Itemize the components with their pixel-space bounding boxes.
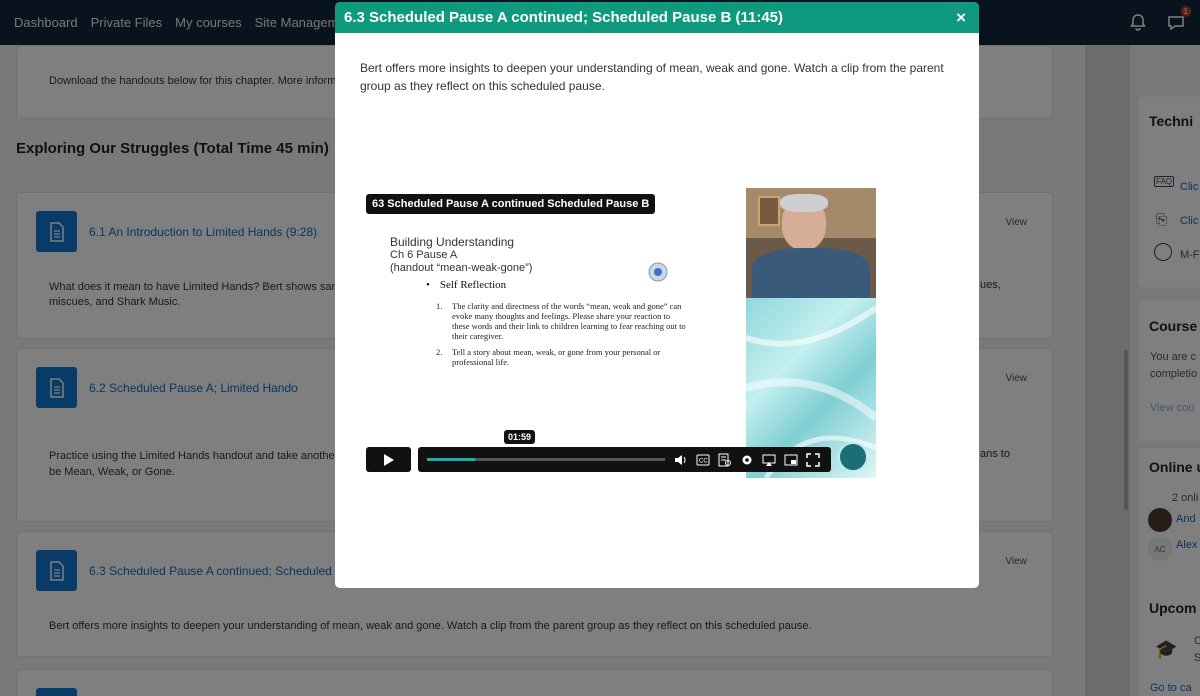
play-icon <box>383 453 394 466</box>
presenter-video <box>746 188 876 298</box>
video-title: 63 Scheduled Pause A continued Scheduled… <box>366 194 656 214</box>
control-icons: CC <box>673 452 820 467</box>
slide-bullet: • Self Reflection <box>426 279 507 291</box>
progress-fill <box>427 458 475 461</box>
modal-title: 6.3 Scheduled Pause A continued; Schedul… <box>344 9 784 26</box>
slide-list-item: 2. Tell a story about mean, weak, or gon… <box>436 347 686 367</box>
play-button[interactable] <box>366 447 411 472</box>
slide-list-item: 1. The clarity and directness of the wor… <box>436 301 686 341</box>
pip-icon[interactable] <box>783 452 798 467</box>
slide-list: 1. The clarity and directness of the wor… <box>436 301 686 373</box>
slide-heading-line2: Ch 6 Pause A <box>390 249 458 261</box>
slide-item-number: 1. <box>436 301 443 311</box>
slide-item-text: The clarity and directness of the words … <box>452 301 686 341</box>
slide-item-number: 2. <box>436 347 443 357</box>
transcript-icon[interactable] <box>717 452 732 467</box>
cc-icon[interactable]: CC <box>695 452 710 467</box>
airplay-icon[interactable] <box>761 452 776 467</box>
close-icon[interactable]: × <box>956 8 966 28</box>
slide-heading: Building Understanding Ch 6 Pause A (han… <box>390 236 532 275</box>
progress-track[interactable] <box>427 458 665 461</box>
slide-bullet-text: Self Reflection <box>439 279 507 291</box>
settings-icon[interactable] <box>739 452 754 467</box>
time-tooltip: 01:59 <box>504 430 536 444</box>
volume-icon[interactable] <box>673 452 688 467</box>
video-controls: 01:59 CC <box>366 430 831 472</box>
slide-heading-line3: (handout “mean-weak-gone”) <box>390 262 533 274</box>
fullscreen-icon[interactable] <box>805 452 820 467</box>
control-bar: 01:59 CC <box>418 430 831 472</box>
activity-modal: 6.3 Scheduled Pause A continued; Schedul… <box>335 2 979 588</box>
video-player[interactable]: 63 Scheduled Pause A continued Scheduled… <box>366 188 879 480</box>
modal-description: Bert offers more insights to deepen your… <box>360 61 944 93</box>
slide-heading-line1: Building Understanding <box>390 235 515 249</box>
speaker-icon <box>645 261 669 283</box>
svg-text:CC: CC <box>699 458 708 464</box>
modal-header: 6.3 Scheduled Pause A continued; Schedul… <box>335 2 979 33</box>
brand-logo-icon <box>838 442 868 472</box>
slide-item-text: Tell a story about mean, weak, or gone f… <box>452 347 661 367</box>
